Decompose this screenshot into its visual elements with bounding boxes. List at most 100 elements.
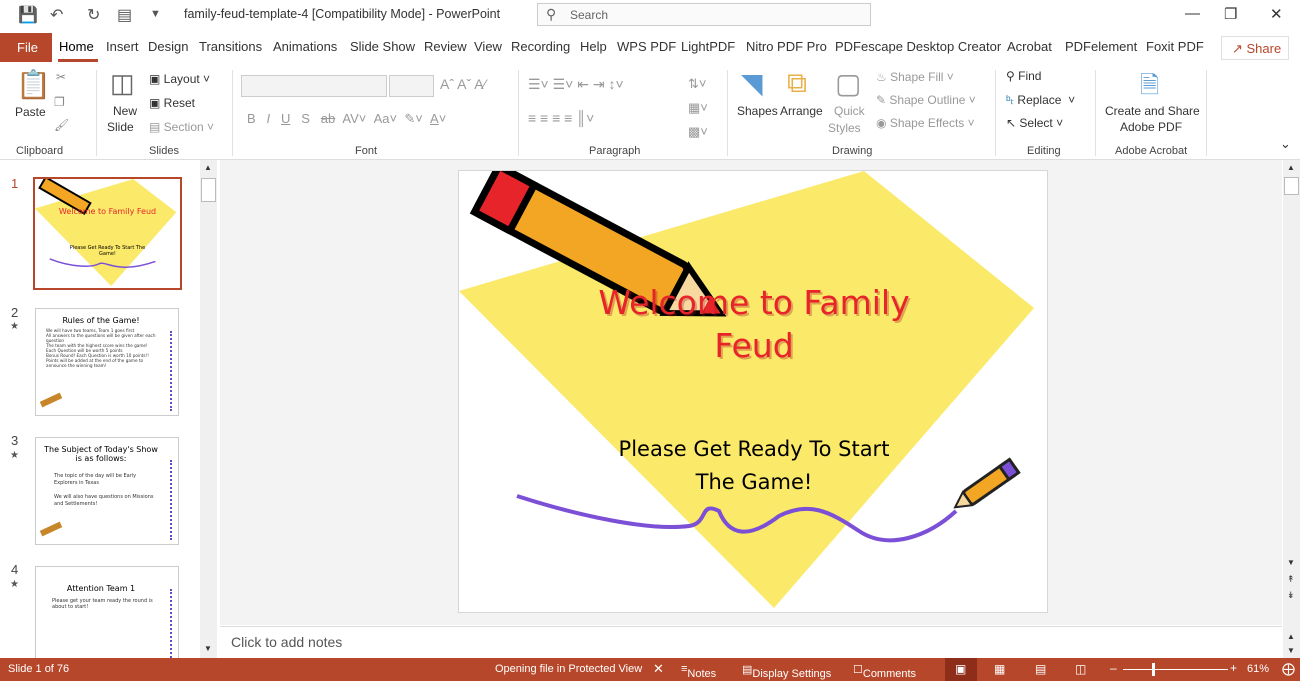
scrollbar-thumb[interactable] — [1284, 177, 1299, 195]
slide-canvas[interactable]: Welcome to Family Feud Please Get Ready T… — [458, 170, 1048, 613]
tab-transitions[interactable]: Transitions — [199, 39, 262, 54]
tab-nitro-pdf-pro[interactable]: Nitro PDF Pro — [746, 39, 827, 54]
font-format-buttons[interactable]: B I U S ab AV˅ Aa˅ ✎˅ A˅ — [247, 111, 446, 127]
scroll-down-icon[interactable]: ▼ — [1287, 558, 1295, 567]
scroll-down-icon[interactable]: ▼ — [204, 644, 212, 653]
tab-design[interactable]: Design — [148, 39, 188, 54]
dismiss-icon[interactable]: ✕ — [653, 661, 664, 677]
tab-insert[interactable]: Insert — [106, 39, 139, 54]
new-slide-button[interactable]: New — [113, 104, 137, 118]
zoom-slider-thumb[interactable] — [1151, 663, 1155, 676]
minimize-button[interactable]: — — [1185, 5, 1200, 22]
section-button[interactable]: ▤ Section ˅ — [149, 120, 214, 134]
tab-lightpdf[interactable]: LightPDF — [681, 39, 735, 54]
replace-label: Replace — [1017, 93, 1062, 107]
comments-button[interactable]: ☐ Comments — [853, 663, 916, 680]
shapes-icon[interactable]: ◥ — [741, 67, 763, 100]
next-slide-icon[interactable]: ↡ — [1287, 590, 1295, 601]
text-direction-buttons[interactable]: ⇅˅ ▦˅ ▩˅ — [688, 72, 708, 144]
find-button[interactable]: ⚲ Find — [1006, 69, 1041, 83]
previous-slide-icon[interactable]: ↟ — [1287, 574, 1295, 585]
tab-foxit-pdf[interactable]: Foxit PDF — [1146, 39, 1204, 54]
tab-pdfelement[interactable]: PDFelement — [1065, 39, 1137, 54]
format-painter-icon[interactable]: 🖌 — [54, 118, 69, 132]
new-slide-button-line2[interactable]: Slide — [107, 120, 134, 134]
zoom-in-button[interactable]: + — [1230, 661, 1237, 675]
replace-button[interactable]: ᵇₜ Replace ˅ — [1006, 93, 1075, 107]
customize-toolbar-icon[interactable]: ▼ — [150, 8, 161, 20]
slide-subtitle[interactable]: Please Get Ready To Start The Game! — [569, 433, 939, 499]
tab-slide-show[interactable]: Slide Show — [350, 39, 415, 54]
zoom-slider[interactable] — [1123, 669, 1228, 670]
fit-slide-icon[interactable]: ⨁ — [1282, 661, 1295, 677]
scrollbar-thumb[interactable] — [201, 178, 216, 202]
arrange-icon[interactable]: ⧉ — [787, 67, 807, 100]
search-icon: ⚲ — [546, 6, 557, 22]
close-button[interactable]: ✕ — [1270, 5, 1283, 23]
select-button[interactable]: ↖ Select ˅ — [1006, 116, 1063, 130]
copy-icon[interactable]: ❐ — [54, 95, 65, 109]
shape-outline-button[interactable]: ✎ Shape Outline ˅ — [876, 93, 976, 107]
layout-button[interactable]: ▣ Layout ˅ — [149, 72, 210, 86]
thumbnail-slide-1[interactable]: Welcome to Family Feud Please Get Ready … — [33, 177, 182, 290]
slide-show-button[interactable]: ◫ — [1075, 662, 1086, 676]
quick-styles-label2: Styles — [828, 121, 861, 135]
quick-styles-icon[interactable]: ▢ — [835, 67, 861, 100]
present-icon[interactable]: ▤ — [117, 5, 132, 25]
cut-icon[interactable]: ✂ — [56, 70, 66, 84]
small-pencil-image — [953, 457, 1021, 509]
shape-fill-button[interactable]: ♨ Shape Fill ˅ — [876, 70, 954, 84]
notes-button[interactable]: ≡ Notes — [681, 663, 716, 680]
notes-scroll-up-icon[interactable]: ▲ — [1287, 632, 1295, 641]
tab-recording[interactable]: Recording — [511, 39, 570, 54]
group-paragraph: Paragraph — [589, 145, 641, 157]
tab-animations[interactable]: Animations — [273, 39, 337, 54]
slide-sorter-button[interactable]: ▦ — [994, 662, 1005, 676]
search-input[interactable]: ⚲ Search — [537, 3, 871, 26]
restore-button[interactable]: ❐ — [1224, 5, 1237, 23]
zoom-out-button[interactable]: – — [1110, 661, 1117, 675]
notes-scroll-down-icon[interactable]: ▼ — [1287, 646, 1295, 655]
paste-button[interactable]: Paste — [15, 105, 46, 119]
font-name-dropdown[interactable] — [241, 75, 387, 97]
thumbnail-scrollbar[interactable]: ▲ ▼ — [200, 160, 217, 658]
scroll-up-icon[interactable]: ▲ — [1287, 163, 1295, 172]
collapse-ribbon-icon[interactable]: ⌄ — [1280, 136, 1291, 152]
tab-review[interactable]: Review — [424, 39, 467, 54]
undo-icon[interactable]: ↶ — [50, 5, 63, 25]
reading-view-button[interactable]: ▤ — [1035, 662, 1046, 676]
create-pdf-icon[interactable]: 🗎 — [1140, 68, 1159, 109]
paste-icon[interactable]: 📋 — [16, 68, 51, 101]
bullet: We will also have questions on Missions … — [54, 494, 154, 507]
zoom-level[interactable]: 61% — [1247, 663, 1269, 675]
shapes-button[interactable]: Shapes — [737, 104, 778, 118]
save-icon[interactable]: 💾 — [18, 5, 38, 25]
tab-acrobat[interactable]: Acrobat — [1007, 39, 1052, 54]
thumbnail-slide-3[interactable]: The Subject of Today's Show is as follow… — [35, 437, 179, 545]
tab-pdfescape[interactable]: PDFescape Desktop Creator — [835, 39, 1001, 54]
tab-wps-pdf[interactable]: WPS PDF — [617, 39, 676, 54]
tab-help[interactable]: Help — [580, 39, 607, 54]
font-size-dropdown[interactable] — [389, 75, 434, 97]
slide-title[interactable]: Welcome to Family Feud — [559, 281, 949, 367]
thumbnail-slide-2[interactable]: Rules of the Game! We will have two team… — [35, 308, 179, 416]
align-buttons[interactable]: ≡ ≡ ≡ ≡ ║˅ — [528, 110, 594, 126]
arrange-button[interactable]: Arrange — [780, 104, 823, 118]
share-button[interactable]: ↗ Share — [1221, 36, 1289, 60]
tab-view[interactable]: View — [474, 39, 502, 54]
scroll-up-icon[interactable]: ▲ — [204, 163, 212, 172]
redo-icon[interactable]: ↻ — [87, 5, 100, 25]
quick-styles-button[interactable]: Quick — [834, 104, 865, 118]
slide-scrollbar[interactable]: ▲ ▼ ↟ ↡ ▲ ▼ — [1283, 160, 1300, 658]
reset-button[interactable]: ▣ Reset — [149, 96, 195, 110]
slide-number: 3 — [11, 433, 19, 448]
new-slide-icon[interactable]: ◫ — [110, 68, 135, 99]
list-buttons[interactable]: ☰˅ ☰˅ ⇤ ⇥ ↕˅ — [528, 76, 624, 93]
notes-pane[interactable]: Click to add notes — [220, 626, 1282, 658]
font-size-buttons[interactable]: Aˆ Aˇ A⁄ — [440, 76, 486, 92]
display-settings-button[interactable]: ▤ Display Settings — [742, 663, 831, 680]
tab-home[interactable]: Home — [59, 39, 94, 54]
shape-effects-button[interactable]: ◉ Shape Effects ˅ — [876, 116, 975, 130]
create-share-pdf-button[interactable]: Create and Share — [1105, 104, 1200, 118]
normal-view-button[interactable]: ▣ — [945, 658, 977, 681]
